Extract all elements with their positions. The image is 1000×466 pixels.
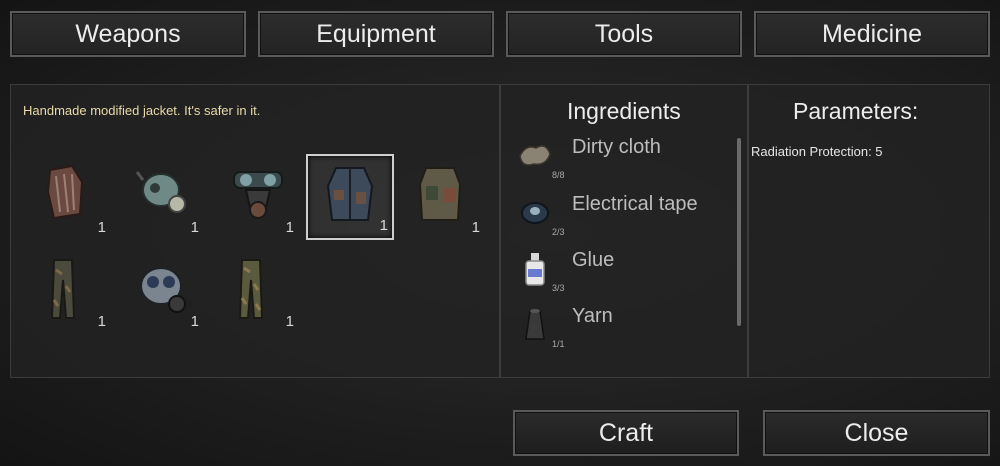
item-slot-respirator[interactable]: 1 [115, 154, 203, 240]
craft-button[interactable]: Craft [513, 410, 739, 456]
item-slot-modified-jacket[interactable]: 1 [306, 154, 394, 240]
parameters-heading: Parameters: [793, 98, 919, 124]
tab-equipment[interactable]: Equipment [258, 11, 494, 57]
vest-icon [418, 167, 462, 221]
item-count: 1 [97, 219, 106, 236]
glue-bottle-icon [525, 253, 545, 286]
ingredient-qty: 1/1 [552, 339, 565, 349]
item-slot-gas-mask[interactable]: 1 [115, 248, 203, 334]
ingredient-name: Electrical tape [572, 193, 698, 215]
ingredient-name: Dirty cloth [572, 136, 661, 158]
ingredient-glue: Glue 3/3 [516, 249, 731, 305]
ingredient-dirty-cloth: Dirty cloth 8/8 [516, 136, 731, 192]
item-count: 1 [190, 313, 199, 330]
item-count: 1 [285, 313, 294, 330]
item-description: Handmade modified jacket. It's safer in … [23, 103, 261, 118]
gloves-icon [46, 164, 84, 220]
item-slot-camo-pants[interactable]: 1 [22, 248, 110, 334]
yarn-icon [525, 309, 545, 340]
ingredient-name: Yarn [572, 305, 613, 327]
cloth-icon [519, 145, 551, 166]
gas-mask-icon [140, 267, 186, 313]
item-count: 1 [97, 313, 106, 330]
item-count: 1 [379, 217, 388, 234]
item-slot-gloves[interactable]: 1 [22, 154, 110, 240]
close-button[interactable]: Close [763, 410, 990, 456]
ingredient-qty: 8/8 [552, 170, 565, 180]
item-slot-gas-mask-goggles[interactable]: 1 [210, 154, 298, 240]
tab-medicine[interactable]: Medicine [754, 11, 990, 57]
item-slot-vest[interactable]: 1 [396, 154, 484, 240]
camo-trousers-icon [238, 259, 264, 319]
ingredient-name: Glue [572, 249, 615, 271]
parameter-radiation-protection: Radiation Protection: 5 [751, 144, 883, 159]
tape-icon [521, 202, 549, 224]
item-slot-camo-trousers[interactable]: 1 [210, 248, 298, 334]
ingredient-electrical-tape: Electrical tape 2/3 [516, 193, 731, 249]
ingredients-scrollbar[interactable] [737, 138, 741, 326]
parameters-panel [748, 84, 990, 378]
modified-jacket-icon [326, 167, 374, 221]
ingredients-heading: Ingredients [567, 98, 681, 124]
gas-mask-goggles-icon [233, 171, 283, 219]
item-count: 1 [190, 219, 199, 236]
ingredient-qty: 2/3 [552, 227, 565, 237]
item-count: 1 [471, 219, 480, 236]
tab-weapons[interactable]: Weapons [10, 11, 246, 57]
respirator-icon [135, 171, 186, 213]
camo-pants-icon [50, 259, 76, 319]
item-count: 1 [285, 219, 294, 236]
tab-tools[interactable]: Tools [506, 11, 742, 57]
ingredient-yarn: Yarn 1/1 [516, 305, 731, 361]
ingredient-qty: 3/3 [552, 283, 565, 293]
